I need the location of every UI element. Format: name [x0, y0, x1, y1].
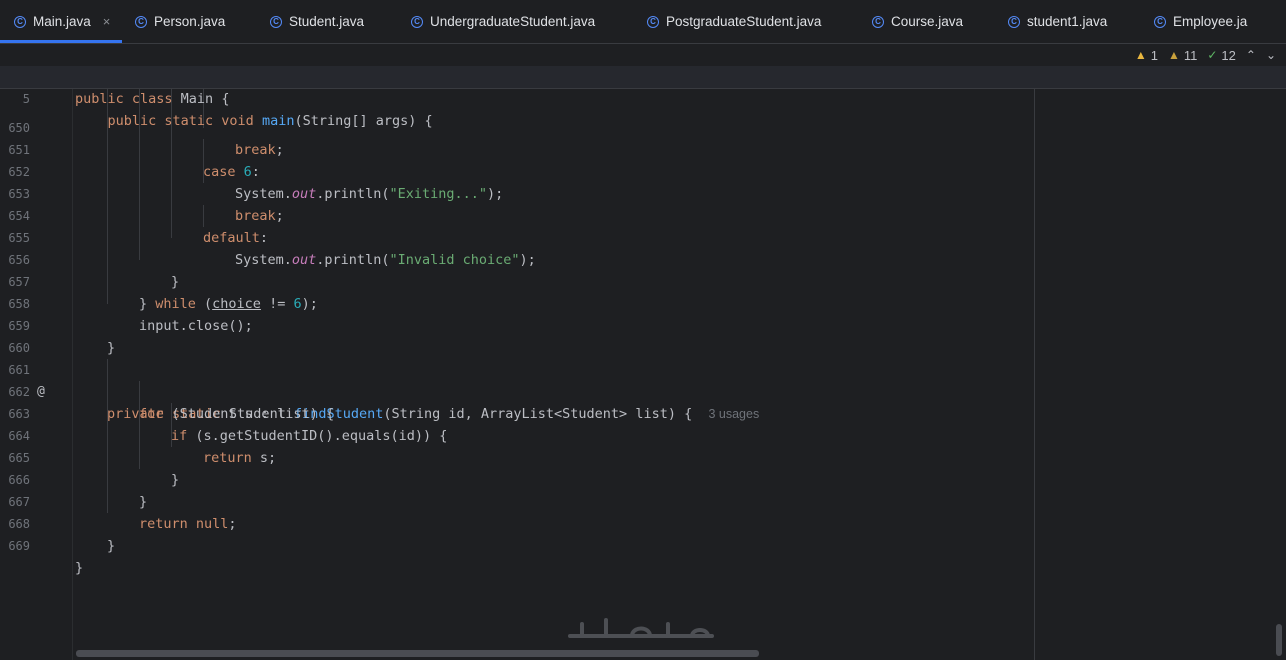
sticky-scroll-header[interactable]: 4 public class Main { 5 public static vo… — [0, 44, 1286, 129]
vertical-scrollbar[interactable] — [1276, 624, 1282, 656]
code-text: } — [75, 560, 84, 576]
tab-undergraduate-student-java[interactable]: C UndergraduateStudent.java — [411, 0, 595, 43]
class-icon: C — [135, 15, 147, 28]
weak-warning-icon: ▲ — [1167, 48, 1180, 62]
code-line[interactable]: 665 } — [0, 425, 1286, 488]
tab-person-java[interactable]: C Person.java — [135, 0, 225, 43]
code-line[interactable]: 654 default: — [0, 183, 1286, 246]
tab-label: UndergraduateStudent.java — [430, 14, 596, 29]
chevron-down-icon[interactable]: ⌄ — [1266, 48, 1276, 62]
class-icon: C — [872, 15, 884, 28]
ok-count: 12 — [1221, 47, 1236, 63]
code-line[interactable]: 657 } while (choice != 6); — [0, 249, 1286, 312]
line-number: 5 — [22, 92, 30, 106]
code-line[interactable]: 655 System.out.println("Invalid choice")… — [0, 205, 1286, 268]
line-number: 669 — [8, 539, 30, 553]
watermark-logo — [562, 606, 722, 650]
code-line[interactable]: 666 } — [0, 447, 1286, 510]
class-icon: C — [411, 15, 423, 28]
sticky-line-method[interactable]: 5 public static void main(String[] args)… — [0, 66, 1286, 129]
close-icon[interactable]: × — [103, 14, 111, 29]
tab-label: Student.java — [289, 14, 365, 29]
code-line[interactable]: 669 } — [0, 513, 1286, 576]
code-line[interactable]: 664 return s; — [0, 403, 1286, 466]
code-line[interactable]: 660 — [0, 315, 1286, 355]
chevron-up-icon[interactable]: ⌃ — [1246, 48, 1256, 62]
warning-count: 1 — [1150, 47, 1158, 63]
class-icon: C — [1008, 15, 1020, 28]
tab-student1-java[interactable]: C student1.java — [1008, 0, 1107, 43]
class-icon: C — [270, 15, 282, 28]
code-line[interactable]: 668 } — [0, 491, 1286, 554]
tab-label: PostgraduateStudent.java — [666, 14, 822, 29]
tab-student-java[interactable]: C Student.java — [270, 0, 364, 43]
tab-label: Employee.ja — [1173, 14, 1248, 29]
inspection-widget[interactable]: ▲ 1 ▲ 11 ✓ 12 ⌃ ⌄ — [1135, 44, 1276, 66]
check-icon: ✓ — [1207, 48, 1218, 62]
tab-postgraduate-student-java[interactable]: C PostgraduateStudent.java — [647, 0, 821, 43]
warning-icon: ▲ — [1134, 48, 1147, 62]
code-line[interactable]: 652 System.out.println("Exiting..."); — [0, 139, 1286, 202]
class-icon: C — [1154, 15, 1166, 28]
tab-label: Course.java — [891, 14, 964, 29]
code-line[interactable]: 653 break; — [0, 161, 1286, 224]
code-line[interactable]: 659 } — [0, 293, 1286, 356]
code-line[interactable]: 662 for (Student s : list) { — [0, 359, 1286, 422]
tab-label: Main.java — [33, 14, 91, 29]
code-line[interactable]: 667 return null; — [0, 469, 1286, 532]
tab-employee-java[interactable]: C Employee.ja — [1154, 0, 1247, 43]
tab-course-java[interactable]: C Course.java — [872, 0, 963, 43]
class-icon: C — [647, 15, 659, 28]
code-line[interactable]: 663 if (s.getStudentID().equals(id)) { — [0, 381, 1286, 444]
code-text: public static void main(String[] args) { — [107, 113, 433, 129]
tab-label: Person.java — [154, 14, 226, 29]
tab-main-java[interactable]: C Main.java × — [0, 0, 122, 43]
tab-label: student1.java — [1027, 14, 1108, 29]
sticky-line-class[interactable]: 4 public class Main { — [0, 44, 1286, 107]
class-icon: C — [14, 15, 26, 28]
horizontal-scrollbar[interactable] — [76, 650, 759, 657]
code-line[interactable]: 658 input.close(); — [0, 271, 1286, 334]
code-line[interactable]: 656 } — [0, 227, 1286, 290]
code-line[interactable]: 661 @ private static Student findStudent… — [0, 337, 1286, 422]
editor-tab-bar: C Main.java × C Person.java C Student.ja… — [0, 0, 1286, 44]
code-text: public class Main { — [75, 91, 230, 107]
code-text: } — [107, 538, 116, 554]
weak-warning-count: 11 — [1183, 47, 1198, 63]
watermark-logo-mark — [568, 618, 714, 638]
